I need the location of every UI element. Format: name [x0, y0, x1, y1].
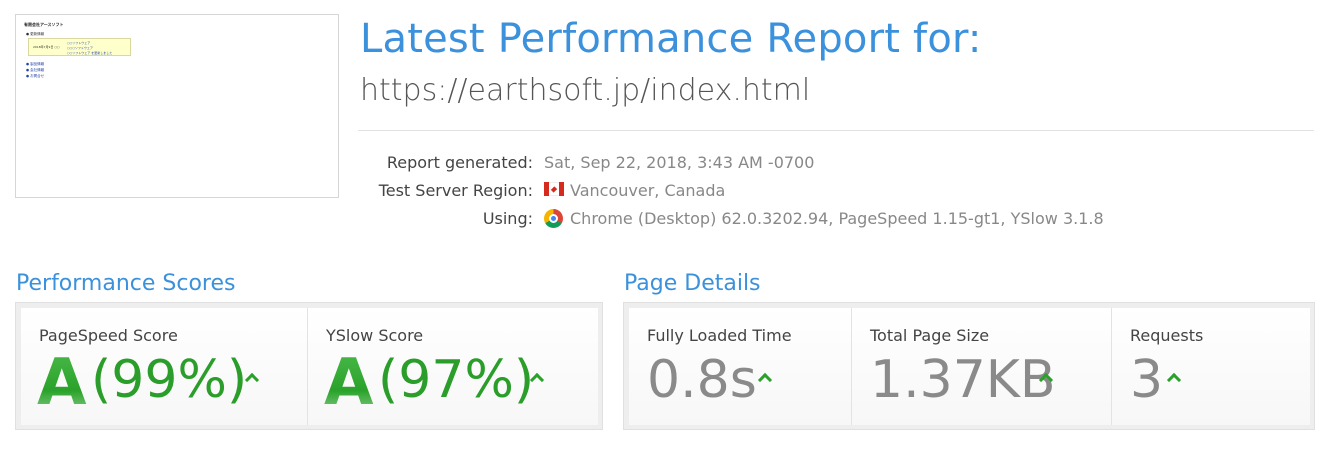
report-generated-label: Report generated: — [386, 153, 533, 172]
report-url[interactable]: https://earthsoft.jp/index.html — [360, 73, 810, 108]
thumbnail-news-box: 2018年7月9日 ○○ ○○ソフトウェア ○○○ソフトウェア ○○ソフトウェア… — [28, 38, 131, 56]
test-region-label: Test Server Region: — [378, 181, 533, 200]
thumbnail-news-date: 2018年7月9日 ○○ — [33, 45, 60, 49]
using-label: Using: — [482, 209, 533, 228]
thumbnail-link: ● お問合せ — [26, 74, 45, 78]
page-details-title: Page Details — [624, 271, 761, 296]
yslow-percent: (97%) — [378, 350, 535, 410]
pagespeed-percent: (99%) — [91, 350, 248, 410]
page-details-panel: Fully Loaded Time 0.8s Total Page Size 1… — [623, 302, 1315, 430]
chrome-icon — [544, 209, 563, 228]
page-screenshot-thumbnail[interactable]: 有限会社アースソフト ● 更新情報 2018年7月9日 ○○ ○○ソフトウェア … — [15, 14, 339, 198]
thumbnail-bullet: ● 更新情報 — [26, 32, 45, 36]
requests-value: 3 — [1130, 350, 1164, 410]
using-value: Chrome (Desktop) 62.0.3202.94, PageSpeed… — [570, 209, 1104, 228]
report-generated-value: Sat, Sep 22, 2018, 3:43 AM -0700 — [544, 153, 815, 172]
pagespeed-score-card[interactable]: PageSpeed Score A (99%) — [21, 308, 308, 425]
yslow-score-card[interactable]: YSlow Score A (97%) — [308, 308, 598, 425]
total-page-size-card[interactable]: Total Page Size 1.37KB — [852, 308, 1112, 425]
pagespeed-score-label: PageSpeed Score — [39, 326, 178, 345]
total-page-size-label: Total Page Size — [870, 326, 990, 345]
thumbnail-news-line: ○○○ソフトウェア — [67, 46, 93, 50]
test-region-value: Vancouver, Canada — [570, 181, 726, 200]
using-row: Using: Chrome (Desktop) 62.0.3202.94, Pa… — [358, 209, 1258, 231]
thumbnail-site-title: 有限会社アースソフト — [24, 22, 64, 27]
performance-scores-title: Performance Scores — [16, 271, 236, 296]
test-region-row: Test Server Region: Vancouver, Canada — [358, 181, 1258, 203]
requests-label: Requests — [1130, 326, 1204, 345]
report-heading: Latest Performance Report for: — [360, 16, 982, 62]
thumbnail-content: 有限会社アースソフト ● 更新情報 2018年7月9日 ○○ ○○ソフトウェア … — [20, 19, 334, 194]
performance-scores-panel: PageSpeed Score A (99%) YSlow Score A (9… — [15, 302, 603, 430]
caret-up-icon — [1166, 372, 1182, 388]
thumbnail-news-line: ○○ソフトウェア — [67, 41, 91, 45]
yslow-grade: A — [324, 346, 374, 420]
thumbnail-news-line: ○○ソフトウェア を更新しました — [67, 51, 113, 55]
requests-card[interactable]: Requests 3 — [1112, 308, 1310, 425]
yslow-score-label: YSlow Score — [326, 326, 424, 345]
fully-loaded-time-card[interactable]: Fully Loaded Time 0.8s — [629, 308, 852, 425]
pagespeed-grade: A — [37, 346, 87, 420]
caret-up-icon — [757, 372, 773, 388]
thumbnail-link: ● 製品情報 — [26, 62, 45, 66]
report-generated-row: Report generated: Sat, Sep 22, 2018, 3:4… — [358, 153, 1258, 175]
canada-flag-icon — [544, 182, 564, 196]
header-divider — [358, 130, 1314, 131]
fully-loaded-time-label: Fully Loaded Time — [647, 326, 792, 345]
fully-loaded-time-value: 0.8s — [647, 350, 757, 410]
thumbnail-link: ● 会社情報 — [26, 68, 45, 72]
total-page-size-value: 1.37KB — [870, 350, 1056, 410]
